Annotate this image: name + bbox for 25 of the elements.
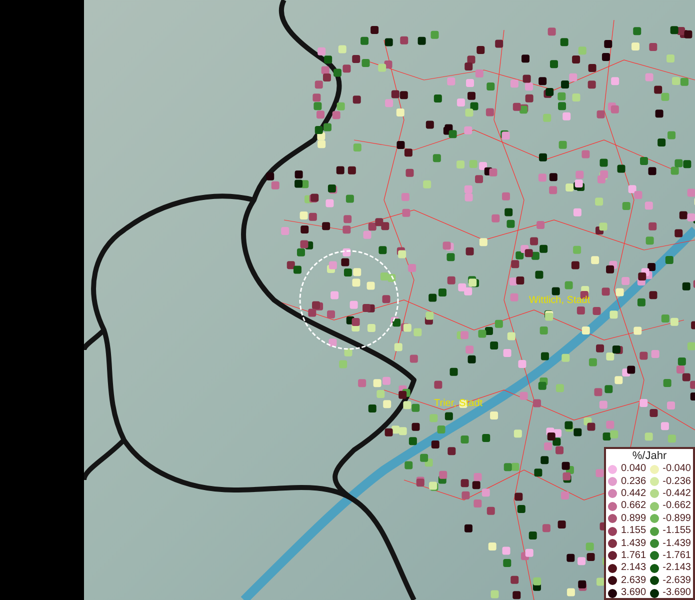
legend-value: -3.690 (662, 587, 691, 600)
legend-value: 0.662 (621, 500, 646, 512)
legend-value: -0.040 (662, 463, 691, 476)
place-label: Wittlich, Stadt (529, 295, 590, 306)
legend-value: 1.761 (621, 550, 646, 562)
legend-value: 2.639 (621, 574, 646, 587)
legend-title: %/Jahr (631, 450, 668, 463)
place-label: Trier, Stadt (434, 398, 483, 409)
legend-value: 0.899 (621, 512, 646, 525)
legend-value: -0.899 (662, 512, 691, 525)
legend-value: 0.236 (621, 476, 646, 488)
legend-value: 1.155 (621, 525, 646, 538)
legend-value: -1.761 (662, 550, 691, 562)
legend-value: -0.662 (662, 500, 691, 512)
legend-value: 0.040 (621, 463, 646, 476)
legend-value: -1.439 (662, 538, 691, 550)
legend-value: 1.439 (621, 538, 646, 550)
legend-value: -0.236 (662, 476, 691, 488)
legend-value: -2.143 (662, 562, 691, 574)
legend-value: 0.442 (621, 488, 646, 500)
legend-value: 3.690 (621, 587, 646, 600)
legend-value: -2.639 (662, 574, 691, 587)
legend-value: -0.442 (662, 488, 691, 500)
legend-value: -1.155 (662, 525, 691, 538)
legend-value: 2.143 (621, 562, 646, 574)
